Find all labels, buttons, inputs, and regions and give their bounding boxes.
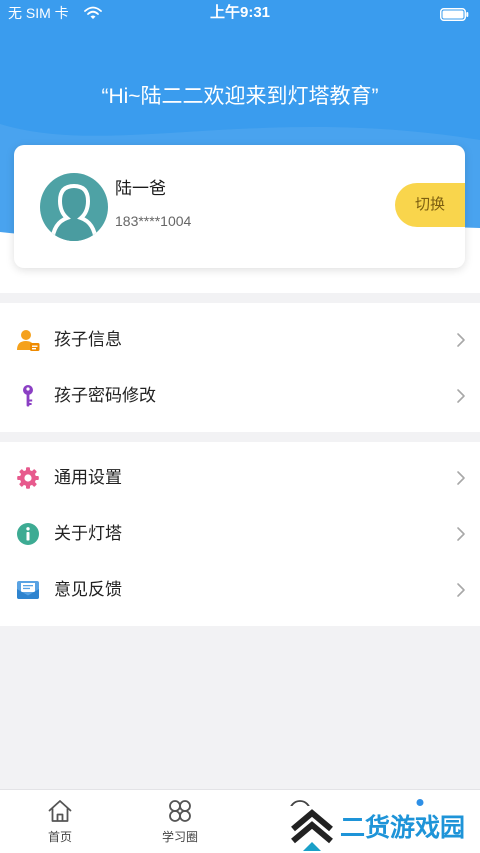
menu-item-label: 孩子信息 <box>54 330 122 349</box>
tab-study-circle[interactable]: 学习圈 <box>120 790 240 853</box>
profile-card: 陆一爸 183****1004 切换 <box>14 145 465 268</box>
home-icon <box>47 798 73 824</box>
gear-icon <box>16 466 40 490</box>
chevron-right-icon <box>456 582 466 598</box>
mail-icon <box>16 578 40 602</box>
welcome-greeting: “Hi~陆二二欢迎来到灯塔教育” <box>101 85 379 108</box>
menu-item-general-settings[interactable]: 通用设置 <box>0 450 480 506</box>
menu-item-label: 通用设置 <box>54 468 122 487</box>
tab-label: 学习圈 <box>161 830 198 844</box>
phone-number: 183****1004 <box>115 213 192 229</box>
switch-account-button[interactable]: 切换 <box>395 183 465 227</box>
tab-home[interactable]: 首页 <box>0 790 120 853</box>
chevron-right-icon <box>456 332 466 348</box>
child-info-icon <box>16 328 40 352</box>
info-icon <box>16 522 40 546</box>
person-avatar-icon[interactable] <box>40 173 108 241</box>
status-bar: 无 SIM 卡 上午9:31 <box>0 0 480 28</box>
watermark-text: 二货游戏园 <box>340 814 466 842</box>
menu-section-general: 通用设置 关于灯塔 意见反馈 <box>0 442 480 626</box>
chevron-right-icon <box>456 526 466 542</box>
menu-item-label: 关于灯塔 <box>54 524 122 543</box>
chevron-stack-logo-icon <box>291 809 333 851</box>
clover-icon <box>167 798 193 824</box>
chevron-right-icon <box>456 388 466 404</box>
battery-icon <box>440 8 469 21</box>
menu-item-child-password[interactable]: 孩子密码修改 <box>0 368 480 424</box>
menu-item-label: 孩子密码修改 <box>54 386 156 405</box>
key-icon <box>16 384 40 408</box>
watermark: 二货游戏园 <box>282 806 480 853</box>
parent-name: 陆一爸 <box>115 179 166 198</box>
menu-item-feedback[interactable]: 意见反馈 <box>0 562 480 618</box>
menu-item-about[interactable]: 关于灯塔 <box>0 506 480 562</box>
chevron-right-icon <box>456 470 466 486</box>
menu-section-child: 孩子信息 孩子密码修改 <box>0 303 480 432</box>
menu-item-child-info[interactable]: 孩子信息 <box>0 312 480 368</box>
clock: 上午9:31 <box>209 4 271 21</box>
tab-label: 首页 <box>47 830 72 844</box>
menu-item-label: 意见反馈 <box>54 580 122 599</box>
profile-screen: 无 SIM 卡 上午9:31 “Hi~陆二二欢迎来到灯塔教育” 陆一爸 183*… <box>0 0 480 853</box>
